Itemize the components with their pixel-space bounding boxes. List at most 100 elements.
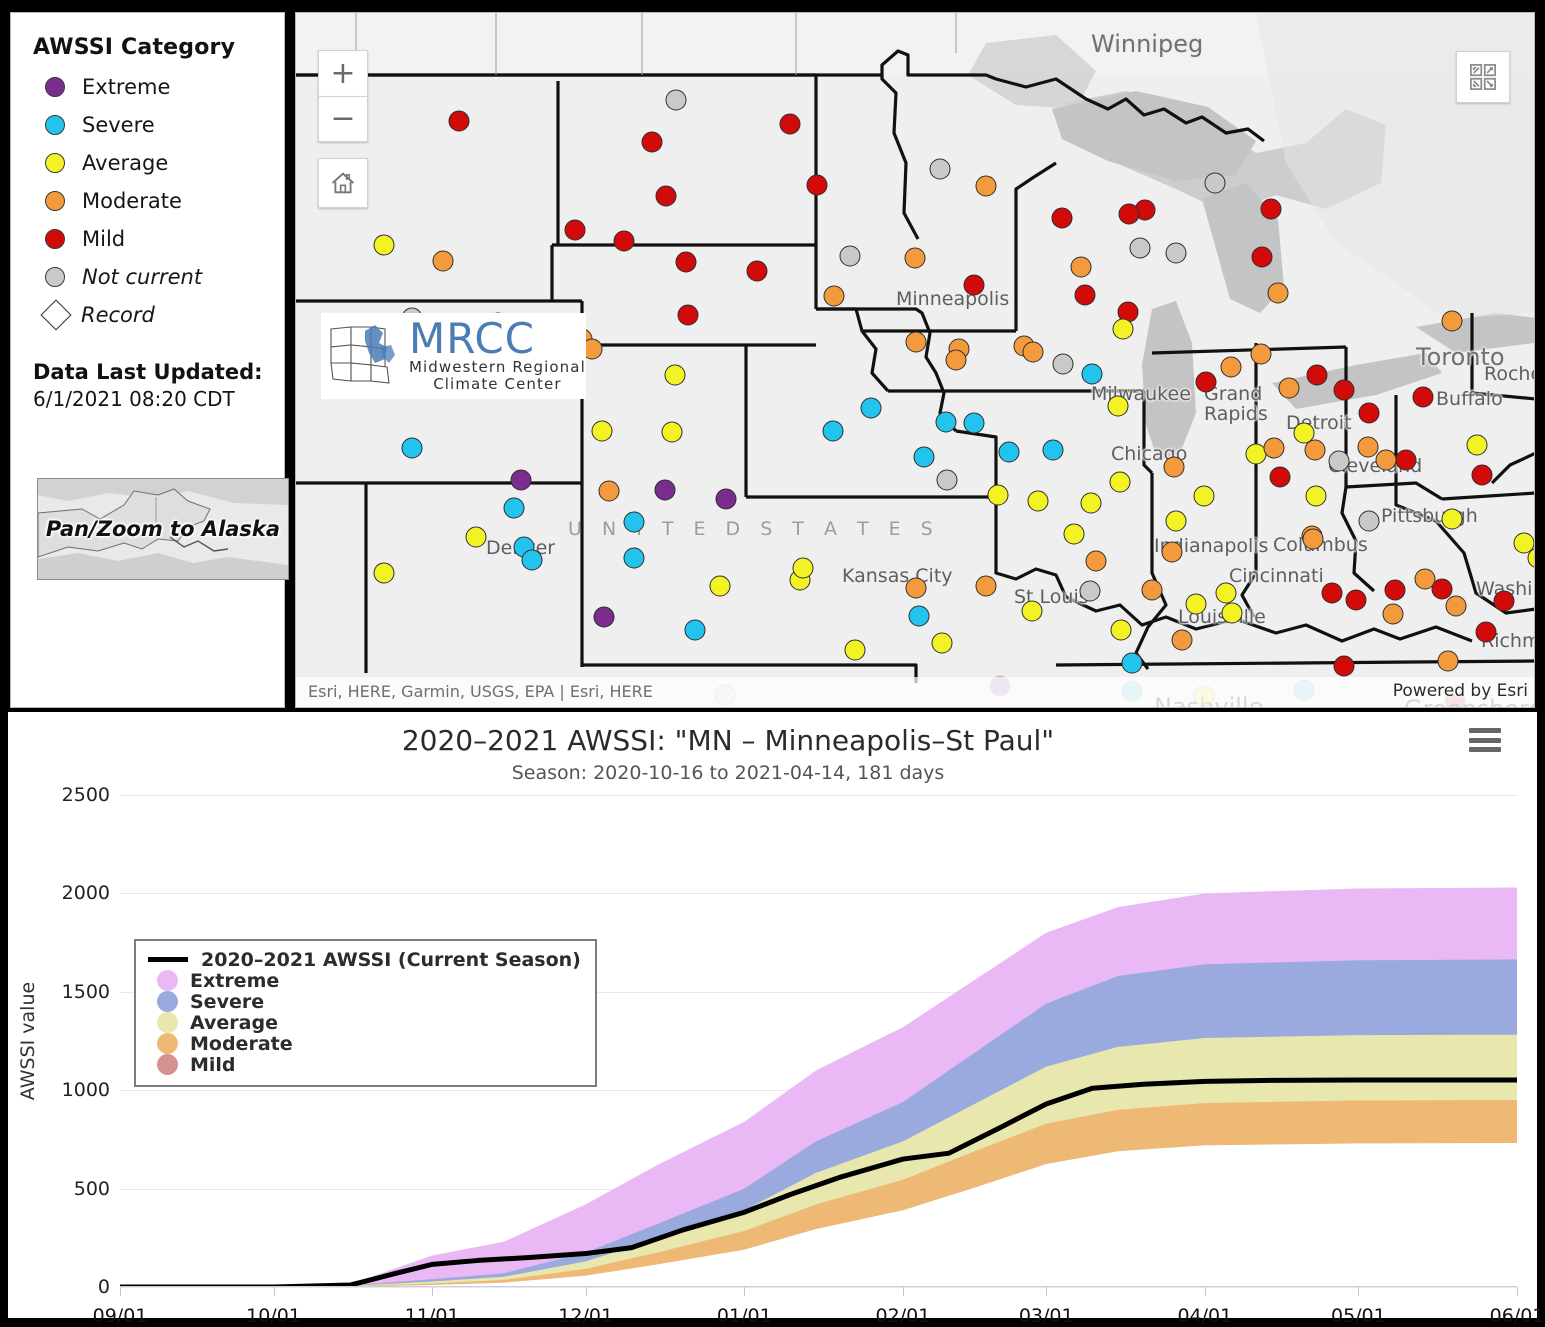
station-dot[interactable] <box>1278 377 1300 399</box>
station-dot[interactable] <box>1333 379 1355 401</box>
station-dot[interactable] <box>654 479 676 501</box>
station-dot[interactable] <box>913 446 935 468</box>
legend-row-extreme[interactable]: Extreme <box>11 68 284 106</box>
station-dot[interactable] <box>1305 485 1327 507</box>
station-dot[interactable] <box>1441 310 1463 332</box>
station-dot[interactable] <box>641 131 663 153</box>
station-dot[interactable] <box>1302 528 1324 550</box>
home-extent-button[interactable] <box>318 158 368 208</box>
station-dot[interactable] <box>904 247 926 269</box>
station-dot[interactable] <box>1493 590 1515 612</box>
station-dot[interactable] <box>1466 434 1488 456</box>
chart-legend-item[interactable]: Mild <box>148 1054 581 1076</box>
station-dot[interactable] <box>1163 456 1185 478</box>
station-dot[interactable] <box>1107 395 1129 417</box>
station-dot[interactable] <box>1445 595 1467 617</box>
station-dot[interactable] <box>839 245 861 267</box>
station-dot[interactable] <box>936 469 958 491</box>
station-dot[interactable] <box>905 331 927 353</box>
station-dot[interactable] <box>1022 341 1044 363</box>
station-dot[interactable] <box>598 480 620 502</box>
station-dot[interactable] <box>1263 437 1285 459</box>
station-dot[interactable] <box>1357 436 1379 458</box>
station-dot[interactable] <box>1110 619 1132 641</box>
station-dot[interactable] <box>1051 207 1073 229</box>
station-dot[interactable] <box>1021 600 1043 622</box>
station-dot[interactable] <box>1109 471 1131 493</box>
station-dot[interactable] <box>521 549 543 571</box>
chart-legend-item[interactable]: Moderate <box>148 1033 581 1055</box>
station-dot[interactable] <box>665 89 687 111</box>
station-dot[interactable] <box>655 185 677 207</box>
station-dot[interactable] <box>1027 490 1049 512</box>
station-dot[interactable] <box>998 441 1020 463</box>
station-dot[interactable] <box>715 488 737 510</box>
chart-legend-item[interactable]: Severe <box>148 991 581 1013</box>
station-dot[interactable] <box>503 497 525 519</box>
station-dot[interactable] <box>1080 492 1102 514</box>
station-dot[interactable] <box>908 605 930 627</box>
station-dot[interactable] <box>684 619 706 641</box>
legend-row-not-current[interactable]: Not current <box>11 258 284 296</box>
station-dot[interactable] <box>661 421 683 443</box>
legend-row-record[interactable]: Record <box>11 296 284 334</box>
station-dot[interactable] <box>1358 510 1380 532</box>
station-dot[interactable] <box>1221 602 1243 624</box>
station-dot[interactable] <box>806 174 828 196</box>
station-dot[interactable] <box>1215 582 1237 604</box>
station-dot[interactable] <box>1161 541 1183 563</box>
station-dot[interactable] <box>564 219 586 241</box>
station-dot[interactable] <box>1375 449 1397 471</box>
station-dot[interactable] <box>860 397 882 419</box>
station-dot[interactable] <box>613 230 635 252</box>
station-dot[interactable] <box>1141 579 1163 601</box>
station-dot[interactable] <box>1250 343 1272 365</box>
station-dot[interactable] <box>963 274 985 296</box>
station-dot[interactable] <box>1333 655 1355 677</box>
station-dot[interactable] <box>945 349 967 371</box>
station-dot[interactable] <box>593 606 615 628</box>
station-dot[interactable] <box>975 175 997 197</box>
station-dot[interactable] <box>675 251 697 273</box>
station-dot[interactable] <box>1070 256 1092 278</box>
station-dot[interactable] <box>905 577 927 599</box>
station-dot[interactable] <box>1251 246 1273 268</box>
station-dot[interactable] <box>1129 237 1151 259</box>
station-dot[interactable] <box>975 575 997 597</box>
station-dot[interactable] <box>1475 621 1497 643</box>
station-dot[interactable] <box>1384 579 1406 601</box>
chart-context-menu-button[interactable] <box>1469 728 1501 752</box>
station-dot[interactable] <box>465 526 487 548</box>
station-dot[interactable] <box>623 511 645 533</box>
station-dot[interactable] <box>1321 582 1343 604</box>
station-dot[interactable] <box>664 364 686 386</box>
station-dot[interactable] <box>1079 580 1101 602</box>
station-dot[interactable] <box>1074 284 1096 306</box>
station-dot[interactable] <box>929 158 951 180</box>
station-dot[interactable] <box>1185 593 1207 615</box>
station-dot[interactable] <box>1437 650 1459 672</box>
station-dot[interactable] <box>1220 356 1242 378</box>
station-dot[interactable] <box>1382 603 1404 625</box>
station-dot[interactable] <box>1471 464 1493 486</box>
station-dot[interactable] <box>1345 589 1367 611</box>
station-dot[interactable] <box>1042 439 1064 461</box>
station-dot[interactable] <box>1306 364 1328 386</box>
station-dot[interactable] <box>822 420 844 442</box>
station-dot[interactable] <box>373 562 395 584</box>
station-dot[interactable] <box>1441 508 1463 530</box>
station-dot[interactable] <box>746 260 768 282</box>
legend-row-mild[interactable]: Mild <box>11 220 284 258</box>
legend-row-severe[interactable]: Severe <box>11 106 284 144</box>
station-dot[interactable] <box>963 412 985 434</box>
station-dot[interactable] <box>1328 450 1350 472</box>
station-dot[interactable] <box>1193 485 1215 507</box>
station-dot[interactable] <box>1085 550 1107 572</box>
station-dot[interactable] <box>623 547 645 569</box>
station-dot[interactable] <box>1358 402 1380 424</box>
station-dot[interactable] <box>448 110 470 132</box>
station-dot[interactable] <box>1412 386 1434 408</box>
zoom-in-button[interactable]: + <box>318 50 368 96</box>
station-dot[interactable] <box>432 250 454 272</box>
expand-map-button[interactable] <box>1456 51 1510 103</box>
